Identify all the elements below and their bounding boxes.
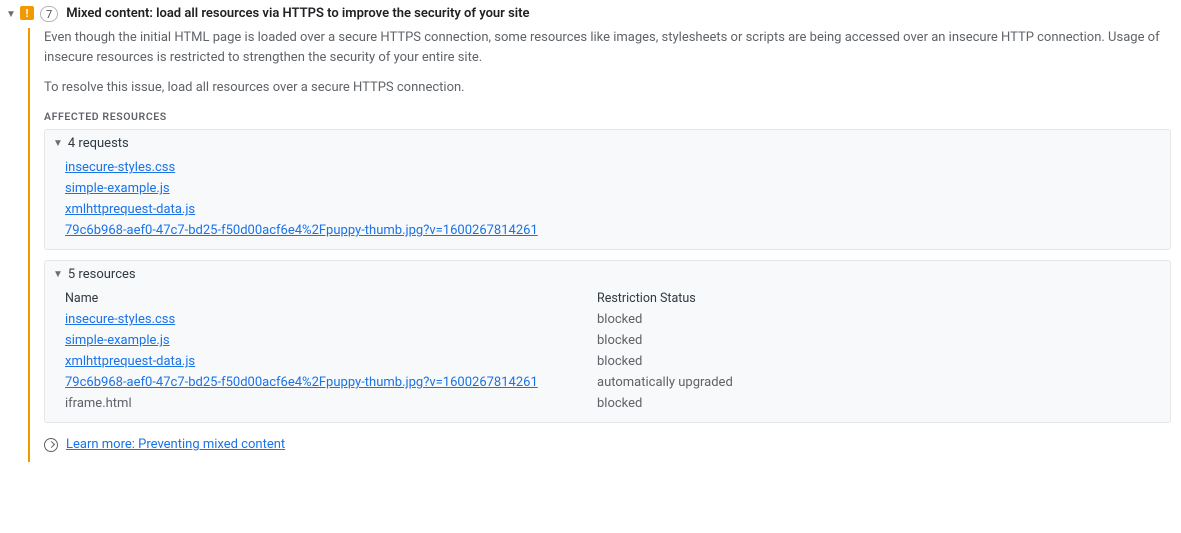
resources-group-toggle[interactable]: ▼ 5 resources xyxy=(45,261,1170,288)
table-row: iframe.html blocked xyxy=(65,393,1162,414)
expand-toggle[interactable]: ▼ xyxy=(6,6,16,20)
resource-link[interactable]: 79c6b968-aef0-47c7-bd25-f50d00acf6e4%2Fp… xyxy=(65,223,538,238)
issue-count-badge: 7 xyxy=(40,6,58,22)
resource-link[interactable]: insecure-styles.css xyxy=(65,312,175,327)
resource-link[interactable]: 79c6b968-aef0-47c7-bd25-f50d00acf6e4%2Fp… xyxy=(65,375,538,390)
cell-name: iframe.html xyxy=(65,396,597,411)
issue-description-p1: Even though the initial HTML page is loa… xyxy=(44,28,1171,68)
arrow-right-circle-icon xyxy=(44,438,58,452)
requests-group: ▼ 4 requests insecure-styles.css simple-e… xyxy=(44,129,1171,250)
cell-status: blocked xyxy=(597,333,1162,348)
resource-link[interactable]: simple-example.js xyxy=(65,181,170,196)
list-item: insecure-styles.css xyxy=(65,157,1162,178)
cell-name: insecure-styles.css xyxy=(65,312,597,327)
resource-link[interactable]: insecure-styles.css xyxy=(65,160,175,175)
resource-link[interactable]: xmlhttprequest-data.js xyxy=(65,354,195,369)
resources-group: ▼ 5 resources Name Restriction Status in… xyxy=(44,260,1171,423)
table-row: 79c6b968-aef0-47c7-bd25-f50d00acf6e4%2Fp… xyxy=(65,372,1162,393)
resource-link[interactable]: xmlhttprequest-data.js xyxy=(65,202,195,217)
requests-group-title: 4 requests xyxy=(68,136,129,151)
cell-name: 79c6b968-aef0-47c7-bd25-f50d00acf6e4%2Fp… xyxy=(65,375,597,390)
resource-name: iframe.html xyxy=(65,396,132,411)
cell-status: automatically upgraded xyxy=(597,375,1162,390)
issue-title: Mixed content: load all resources via HT… xyxy=(66,6,529,21)
list-item: xmlhttprequest-data.js xyxy=(65,199,1162,220)
resources-table-wrap: Name Restriction Status insecure-styles.… xyxy=(45,288,1170,422)
issue-description: Even though the initial HTML page is loa… xyxy=(44,28,1171,98)
issue-body: Even though the initial HTML page is loa… xyxy=(28,28,1181,462)
learn-more-row: Learn more: Preventing mixed content xyxy=(44,437,1171,452)
warning-icon: ! xyxy=(20,6,34,20)
table-header: Name Restriction Status xyxy=(65,288,1162,309)
cell-status: blocked xyxy=(597,312,1162,327)
chevron-down-icon: ▼ xyxy=(53,138,63,149)
list-item: simple-example.js xyxy=(65,178,1162,199)
cell-name: simple-example.js xyxy=(65,333,597,348)
col-header-status: Restriction Status xyxy=(597,291,1162,306)
learn-more-link[interactable]: Learn more: Preventing mixed content xyxy=(66,437,285,452)
resources-group-title: 5 resources xyxy=(68,267,136,282)
resources-table: Name Restriction Status insecure-styles.… xyxy=(65,288,1162,414)
requests-list: insecure-styles.css simple-example.js xmlh… xyxy=(45,157,1170,249)
issue-header-row: ▼ ! 7 Mixed content: load all resources … xyxy=(0,0,1181,22)
list-item: 79c6b968-aef0-47c7-bd25-f50d00acf6e4%2Fp… xyxy=(65,220,1162,241)
col-header-name: Name xyxy=(65,291,597,306)
table-row: simple-example.js blocked xyxy=(65,330,1162,351)
table-row: xmlhttprequest-data.js blocked xyxy=(65,351,1162,372)
cell-status: blocked xyxy=(597,396,1162,411)
cell-status: blocked xyxy=(597,354,1162,369)
chevron-down-icon: ▼ xyxy=(53,269,63,280)
table-row: insecure-styles.css blocked xyxy=(65,309,1162,330)
issue-description-p2: To resolve this issue, load all resource… xyxy=(44,78,1171,98)
requests-group-toggle[interactable]: ▼ 4 requests xyxy=(45,130,1170,157)
cell-name: xmlhttprequest-data.js xyxy=(65,354,597,369)
resource-link[interactable]: simple-example.js xyxy=(65,333,170,348)
affected-resources-label: AFFECTED RESOURCES xyxy=(44,110,1171,123)
